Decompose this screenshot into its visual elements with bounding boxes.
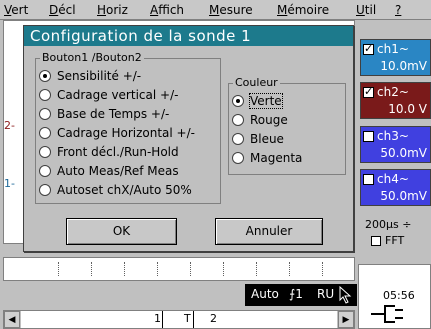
scroll-track[interactable]: 1 T 2 [21,311,337,328]
radio-auto-meas[interactable]: Auto Meas/Ref Meas [39,164,179,178]
radio-selected-icon [232,95,244,107]
channel-3-checkbox[interactable] [363,130,374,142]
channel-4-panel[interactable]: ch4~ 50.0mV [360,169,431,206]
grid-dot [157,262,158,276]
timebase-value: 200µs [365,218,399,231]
radio-icon [232,114,244,126]
menu-bar: Vert Décl Horiz Affich Mesure Mémoire Ut… [0,0,431,20]
radio-icon [39,146,51,158]
acquisition-mode: Auto [251,287,279,301]
mouse-cursor-icon [339,286,352,304]
trigger-strip [3,257,355,281]
scroll-marker-trigger: T [184,312,191,325]
grid-dot [124,262,125,276]
menu-decl[interactable]: Décl [49,3,76,17]
dialog-title: Configuration de la sonde 1 [24,26,353,46]
menu-affich[interactable]: Affich [150,3,184,17]
fft-label: FFT [385,234,405,247]
scroll-marker-line [162,311,163,328]
button-function-group: Bouton1 /Bouton2 Sensibilité +/- Cadrage… [35,51,221,204]
trigger-source-icon: ⨍1 [289,287,303,301]
scroll-marker-line [193,311,194,328]
channel-1-name: ch1~ [377,42,409,56]
radio-icon [39,108,51,120]
radio-verte[interactable]: Verte [232,93,283,109]
scroll-marker-2: 2 [210,312,217,325]
grid-dot [322,262,323,276]
radio-cadrage-horizontal[interactable]: Cadrage Horizontal +/- [39,126,195,140]
radio-bleue[interactable]: Bleue [232,132,284,146]
channel-2-name: ch2~ [377,85,409,99]
channel-2-marker: 2- [4,119,15,132]
clock-time: 05:56 [383,289,415,302]
menu-memoire[interactable]: Mémoire [277,3,329,17]
timebase-readout[interactable]: 200µs ÷ [365,218,411,231]
timebase-stepper-icon[interactable]: ÷ [402,218,411,231]
channel-3-sensitivity: 50.0mV [380,146,427,160]
channel-2-checkbox[interactable] [363,85,374,98]
radio-icon [232,152,244,164]
grid-dot [256,262,257,276]
radio-sensibilite[interactable]: Sensibilité +/- [39,69,141,83]
radio-front-decl[interactable]: Front décl./Run-Hold [39,145,179,159]
menu-util[interactable]: Util [356,3,376,17]
horizontal-scrollbar[interactable]: ◀ 1 T 2 ▶ [3,310,355,329]
run-state: RU [317,287,335,301]
channel-4-checkbox[interactable] [363,173,374,185]
fft-checkbox[interactable] [371,235,381,246]
scroll-left-arrow-icon[interactable]: ◀ [4,311,20,328]
grid-dot [58,262,59,276]
radio-rouge[interactable]: Rouge [232,113,288,127]
radio-icon [39,89,51,101]
color-legend: Couleur [233,76,280,90]
radio-icon [39,165,51,177]
channel-4-name: ch4~ [377,172,409,186]
radio-icon [39,127,51,139]
ok-button[interactable]: OK [66,218,177,245]
radio-cadrage-vertical[interactable]: Cadrage vertical +/- [39,88,178,102]
menu-mesure[interactable]: Mesure [209,3,253,17]
menu-help[interactable]: ? [395,3,401,17]
channel-4-sensitivity: 50.0mV [380,189,427,203]
radio-magenta[interactable]: Magenta [232,151,302,165]
scroll-marker-1: 1 [154,312,161,325]
fft-toggle[interactable]: FFT [371,234,404,247]
channel-3-name: ch3~ [377,129,409,143]
radio-icon [39,184,51,196]
clock-panel: 05:56 [358,264,431,329]
channel-2-panel[interactable]: ch2~ 10.0 V [360,82,431,119]
radio-selected-icon [39,70,51,82]
scroll-right-arrow-icon[interactable]: ▶ [338,311,354,328]
channel-1-checkbox[interactable] [363,42,374,55]
channel-1-marker: 1- [4,177,15,190]
button-function-legend: Bouton1 /Bouton2 [40,51,144,65]
acquisition-status[interactable]: Auto ⨍1 RU [245,284,357,306]
color-group: Couleur Verte Rouge Bleue Magenta [228,76,346,175]
power-plug-icon [371,305,403,323]
probe-config-dialog: Configuration de la sonde 1 Bouton1 /Bou… [23,25,354,252]
grid-dot [91,262,92,276]
channel-1-panel[interactable]: ch1~ 10.0mV [360,39,431,76]
channel-3-panel[interactable]: ch3~ 50.0mV [360,126,431,163]
radio-autoset[interactable]: Autoset chX/Auto 50% [39,183,192,197]
channel-1-sensitivity: 10.0mV [380,59,427,73]
radio-icon [232,133,244,145]
menu-vert[interactable]: Vert [4,3,28,17]
cancel-button[interactable]: Annuler [215,218,323,245]
grid-dot [223,262,224,276]
radio-base-de-temps[interactable]: Base de Temps +/- [39,107,169,121]
grid-dot [289,262,290,276]
channel-2-sensitivity: 10.0 V [388,102,427,116]
grid-dot [190,262,191,276]
menu-horiz[interactable]: Horiz [97,3,128,17]
